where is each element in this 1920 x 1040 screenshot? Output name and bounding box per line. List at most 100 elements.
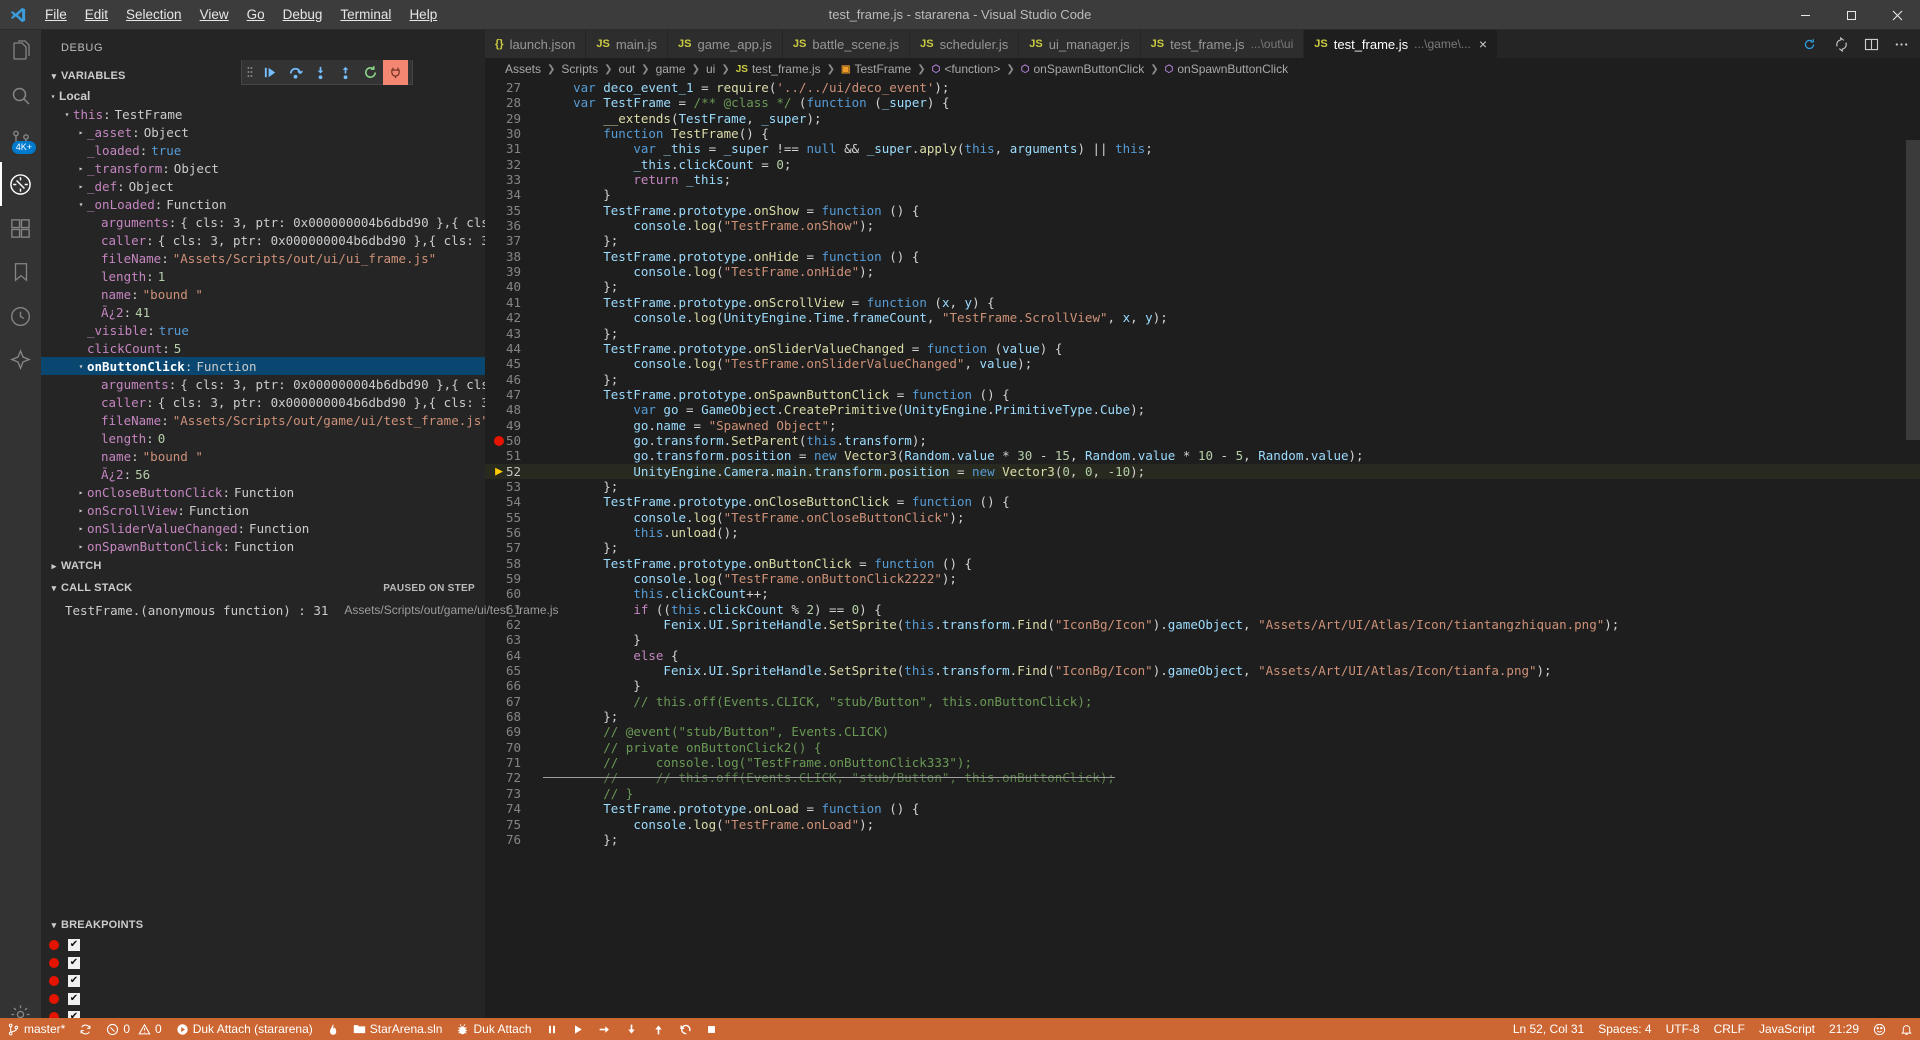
variable-row[interactable]: name:"bound " bbox=[41, 447, 485, 465]
code-line[interactable]: 74 TestFrame.prototype.onLoad = function… bbox=[485, 801, 1920, 816]
code-line[interactable]: 35 TestFrame.prototype.onShow = function… bbox=[485, 203, 1920, 218]
status-step-into-button[interactable] bbox=[618, 1018, 645, 1040]
variable-row[interactable]: ▸onSliderValueChanged:Function bbox=[41, 519, 485, 537]
activity-debug[interactable] bbox=[0, 162, 41, 206]
status-problems[interactable]: 0 0 bbox=[99, 1018, 168, 1040]
breakpoint-dot-icon[interactable] bbox=[49, 958, 59, 968]
variable-row[interactable]: ▸onCloseButtonClick:Function bbox=[41, 483, 485, 501]
activity-explorer[interactable] bbox=[0, 30, 41, 74]
variable-row[interactable]: length:0 bbox=[41, 429, 485, 447]
breakpoint-checkbox[interactable]: ✔ bbox=[68, 975, 80, 987]
variables-tree[interactable]: ▾Local▾this:TestFrame▸_asset:Object_load… bbox=[41, 87, 485, 555]
callstack-list[interactable]: TestFrame.(anonymous function) : 31Asset… bbox=[41, 599, 485, 703]
variable-row[interactable]: caller:{ cls: 3, ptr: 0x000000004b6dbd90… bbox=[41, 393, 485, 411]
breakpoint-checkbox[interactable]: ✔ bbox=[68, 939, 80, 951]
variable-row[interactable]: Ã¿2:56 bbox=[41, 465, 485, 483]
variable-row[interactable]: ▾_onLoaded:Function bbox=[41, 195, 485, 213]
restart-icon[interactable] bbox=[358, 60, 383, 85]
activity-source-control[interactable]: 4K+ bbox=[0, 118, 41, 162]
breakpoint-checkbox[interactable]: ✔ bbox=[68, 993, 80, 1005]
status-branch[interactable]: master* bbox=[0, 1018, 72, 1040]
code-line[interactable]: 48 var go = GameObject.CreatePrimitive(U… bbox=[485, 402, 1920, 417]
code-line[interactable]: 41 TestFrame.prototype.onScrollView = fu… bbox=[485, 295, 1920, 310]
variable-row[interactable]: ▸onSpawnButtonClick:Function bbox=[41, 537, 485, 555]
status-pause-button[interactable] bbox=[539, 1018, 565, 1040]
continue-icon[interactable] bbox=[258, 60, 283, 85]
step-into-icon[interactable] bbox=[308, 60, 333, 85]
breakpoint-dot-icon[interactable] bbox=[49, 976, 59, 986]
code-line[interactable]: 56 this.unload(); bbox=[485, 525, 1920, 540]
code-line[interactable]: 60 this.clickCount++; bbox=[485, 586, 1920, 601]
breadcrumb-item[interactable]: ⬡onSpawnButtonClick bbox=[1165, 62, 1288, 76]
menu-help[interactable]: Help bbox=[400, 0, 446, 29]
editor-tab[interactable]: JSui_manager.js bbox=[1019, 30, 1140, 58]
code-line[interactable]: 28 var TestFrame = /** @class */ (functi… bbox=[485, 95, 1920, 110]
status-step-over-button[interactable] bbox=[591, 1018, 618, 1040]
breakpoint-dot-icon[interactable] bbox=[493, 436, 505, 446]
maximize-button[interactable] bbox=[1828, 0, 1874, 30]
status-continue-button[interactable] bbox=[565, 1018, 591, 1040]
status-bar-right[interactable]: Ln 52, Col 31 Spaces: 4 UTF-8 CRLF JavaS… bbox=[1506, 1018, 1920, 1040]
code-line[interactable]: 44 TestFrame.prototype.onSliderValueChan… bbox=[485, 341, 1920, 356]
status-eol[interactable]: CRLF bbox=[1707, 1018, 1752, 1040]
more-actions-icon[interactable] bbox=[1888, 30, 1914, 58]
breakpoint-row[interactable]: ✔ bbox=[41, 936, 485, 954]
step-out-icon[interactable] bbox=[333, 60, 358, 85]
code-line[interactable]: 68 }; bbox=[485, 709, 1920, 724]
breakpoints-list[interactable]: ✔✔✔✔✔ bbox=[41, 936, 485, 1026]
status-feedback-icon[interactable] bbox=[1866, 1018, 1893, 1040]
editor-tab[interactable]: JSmain.js bbox=[586, 30, 668, 58]
code-line[interactable]: 71 // console.log("TestFrame.onButtonCli… bbox=[485, 755, 1920, 770]
section-callstack[interactable]: ▾ CALL STACK PAUSED ON STEP bbox=[41, 577, 485, 599]
breakpoint-row[interactable]: ✔ bbox=[41, 954, 485, 972]
breadcrumb-item[interactable]: Assets bbox=[505, 62, 541, 76]
breakpoint-row[interactable]: ✔ bbox=[41, 972, 485, 990]
status-restart-button[interactable] bbox=[672, 1018, 699, 1040]
code-line[interactable]: 55 console.log("TestFrame.onCloseButtonC… bbox=[485, 510, 1920, 525]
drag-grip-icon[interactable] bbox=[242, 65, 258, 79]
menu-go[interactable]: Go bbox=[238, 0, 274, 29]
breadcrumb-item[interactable]: game bbox=[656, 62, 686, 76]
section-watch[interactable]: ▸ WATCH bbox=[41, 555, 485, 577]
activity-bar[interactable]: 4K+ bbox=[0, 30, 41, 1040]
menu-debug[interactable]: Debug bbox=[274, 0, 332, 29]
code-line[interactable]: 31 var _this = _super !== null && _super… bbox=[485, 141, 1920, 156]
status-step-out-button[interactable] bbox=[645, 1018, 672, 1040]
variable-row[interactable]: _loaded:true bbox=[41, 141, 485, 159]
chevron-down-icon[interactable]: ▾ bbox=[61, 110, 73, 119]
activity-extensions[interactable] bbox=[0, 206, 41, 250]
variable-row[interactable]: clickCount:5 bbox=[41, 339, 485, 357]
minimize-button[interactable] bbox=[1782, 0, 1828, 30]
chevron-right-icon[interactable]: ▸ bbox=[75, 524, 87, 533]
code-line[interactable]: 36 console.log("TestFrame.onShow"); bbox=[485, 218, 1920, 233]
scrollbar-thumb[interactable] bbox=[1906, 140, 1920, 440]
chevron-down-icon[interactable]: ▾ bbox=[75, 362, 87, 371]
chevron-right-icon[interactable]: ▸ bbox=[75, 506, 87, 515]
code-line[interactable]: 58 TestFrame.prototype.onButtonClick = f… bbox=[485, 556, 1920, 571]
status-bell-icon[interactable] bbox=[1893, 1018, 1920, 1040]
breadcrumb-item[interactable]: ▣TestFrame bbox=[841, 62, 911, 76]
breadcrumb-item[interactable]: ui bbox=[706, 62, 715, 76]
variable-row[interactable]: ▸_asset:Object bbox=[41, 123, 485, 141]
editor-actions[interactable] bbox=[1793, 30, 1920, 58]
code-line[interactable]: 42 console.log(UnityEngine.Time.frameCou… bbox=[485, 310, 1920, 325]
editor-tab[interactable]: JSbattle_scene.js bbox=[783, 30, 910, 58]
code-line[interactable]: 30 function TestFrame() { bbox=[485, 126, 1920, 141]
breakpoint-checkbox[interactable]: ✔ bbox=[68, 957, 80, 969]
status-encoding[interactable]: UTF-8 bbox=[1659, 1018, 1707, 1040]
code-line[interactable]: 32 _this.clickCount = 0; bbox=[485, 157, 1920, 172]
code-line[interactable]: 53 }; bbox=[485, 479, 1920, 494]
chevron-right-icon[interactable]: ▸ bbox=[75, 164, 87, 173]
code-line[interactable]: 66 } bbox=[485, 678, 1920, 693]
status-flame[interactable] bbox=[320, 1018, 346, 1040]
status-cursor-position[interactable]: Ln 52, Col 31 bbox=[1506, 1018, 1591, 1040]
code-line[interactable]: 76 }; bbox=[485, 832, 1920, 847]
code-line[interactable]: 46 }; bbox=[485, 372, 1920, 387]
variable-row[interactable]: ▾Local bbox=[41, 87, 485, 105]
status-stop-button[interactable] bbox=[699, 1018, 724, 1040]
code-line[interactable]: 61 if ((this.clickCount % 2) == 0) { bbox=[485, 602, 1920, 617]
menu-file[interactable]: File bbox=[36, 0, 76, 29]
chevron-right-icon[interactable]: ▸ bbox=[75, 128, 87, 137]
code-line[interactable]: 49 go.name = "Spawned Object"; bbox=[485, 418, 1920, 433]
code-line[interactable]: 33 return _this; bbox=[485, 172, 1920, 187]
